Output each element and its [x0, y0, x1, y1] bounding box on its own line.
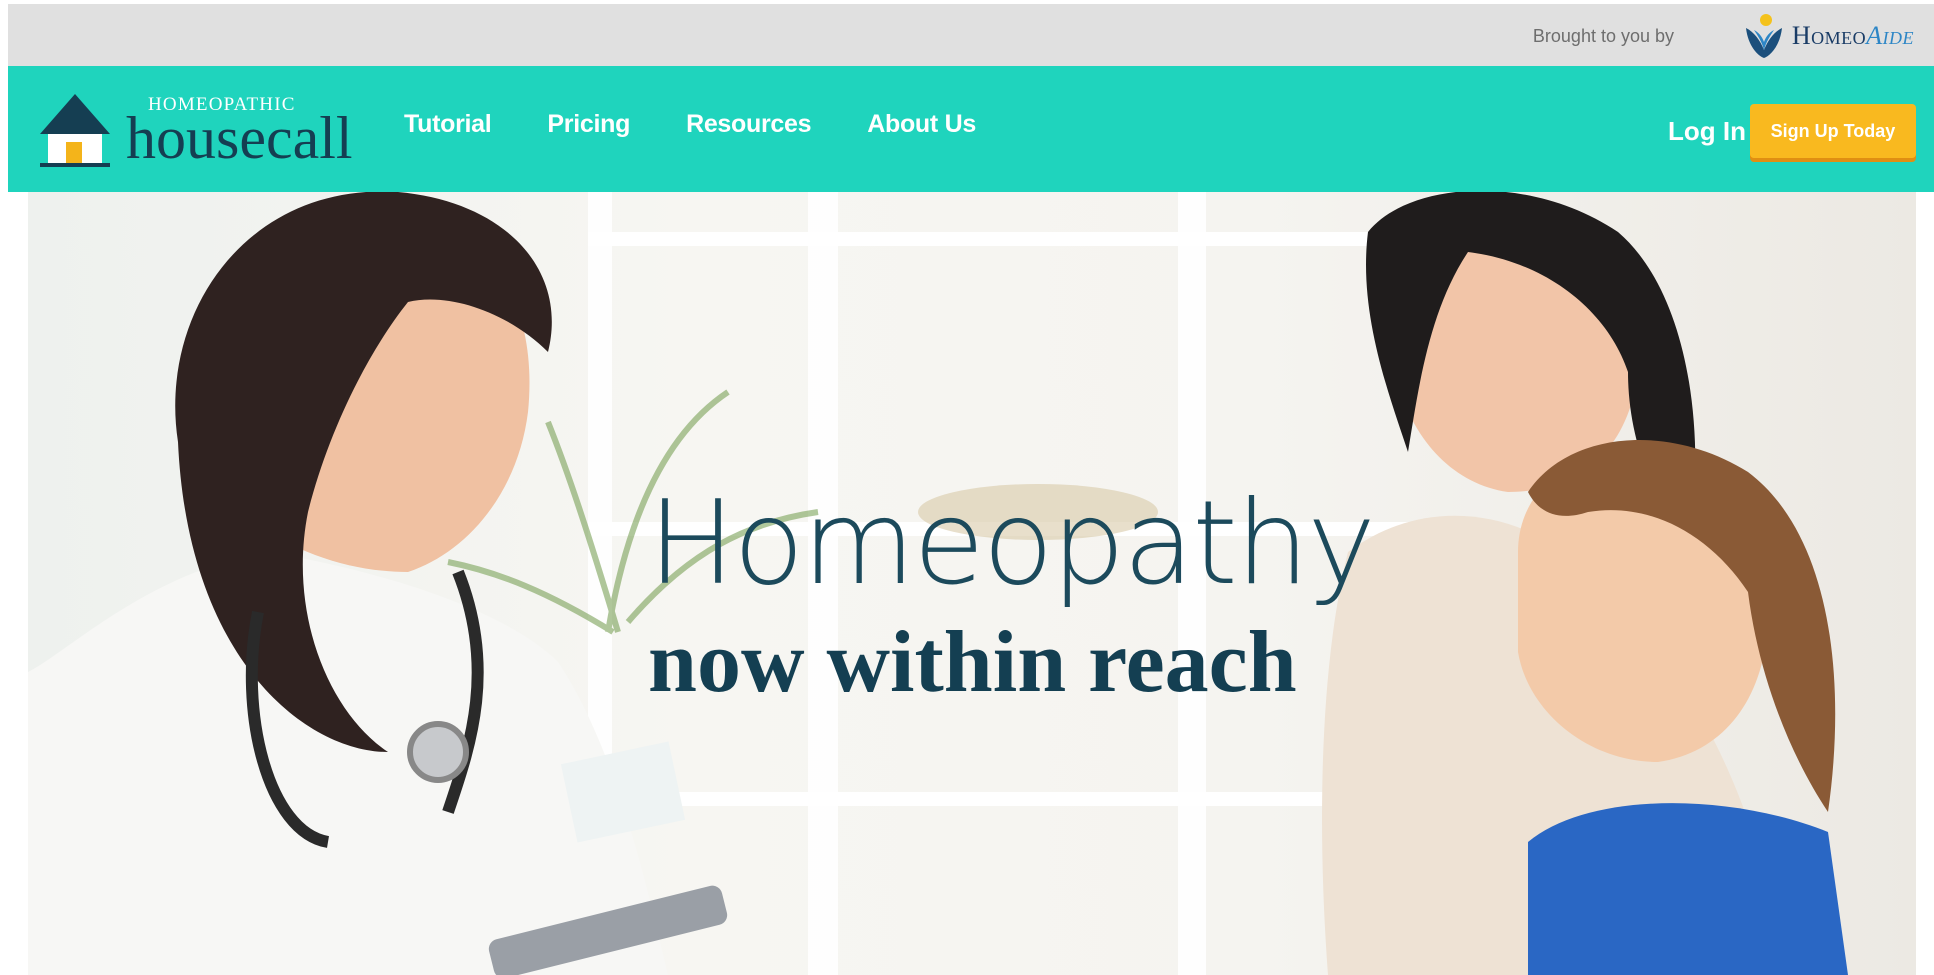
brand-top-word: HOMEOPATHIC [148, 94, 296, 115]
nav-tutorial[interactable]: Tutorial [404, 110, 492, 139]
primary-menu: Tutorial Pricing Resources About Us [404, 110, 976, 139]
homeoaide-logo-link[interactable]: HomeoAide [1742, 12, 1914, 60]
nav-about-us[interactable]: About Us [867, 110, 976, 139]
doctor-figure [28, 192, 728, 975]
homeoaide-wordmark: HomeoAide [1792, 21, 1914, 51]
hero-banner: Homeopathy now within reach [28, 192, 1916, 975]
brand-text: HOMEOPATHIC housecall [126, 94, 353, 171]
nav-resources[interactable]: Resources [686, 110, 811, 139]
nav-pricing[interactable]: Pricing [547, 110, 630, 139]
hero-title-line2: now within reach [648, 614, 1297, 711]
brand-main-word: housecall [126, 105, 353, 171]
log-in-link[interactable]: Log In [1668, 116, 1746, 147]
homeopathic-housecall-logo[interactable]: HOMEOPATHIC housecall [38, 88, 353, 168]
hero-title-line1: Homeopathy [648, 476, 1376, 611]
house-icon [40, 94, 110, 167]
sign-up-button[interactable]: Sign Up Today [1750, 104, 1916, 158]
mother-and-child-figures [1322, 192, 1848, 975]
homeoaide-word-accent: Aide [1866, 21, 1914, 50]
hero-heading: Homeopathy now within reach [648, 476, 1376, 718]
homeoaide-word-main: Homeo [1791, 21, 1867, 50]
brought-to-you-text: Brought to you by [1532, 26, 1674, 46]
homeoaide-logo-icon [1745, 14, 1782, 58]
main-navbar: HOMEOPATHIC housecall Tutorial Pricing R… [8, 66, 1934, 192]
top-strip: Brought to you by HomeoAide [8, 4, 1934, 66]
